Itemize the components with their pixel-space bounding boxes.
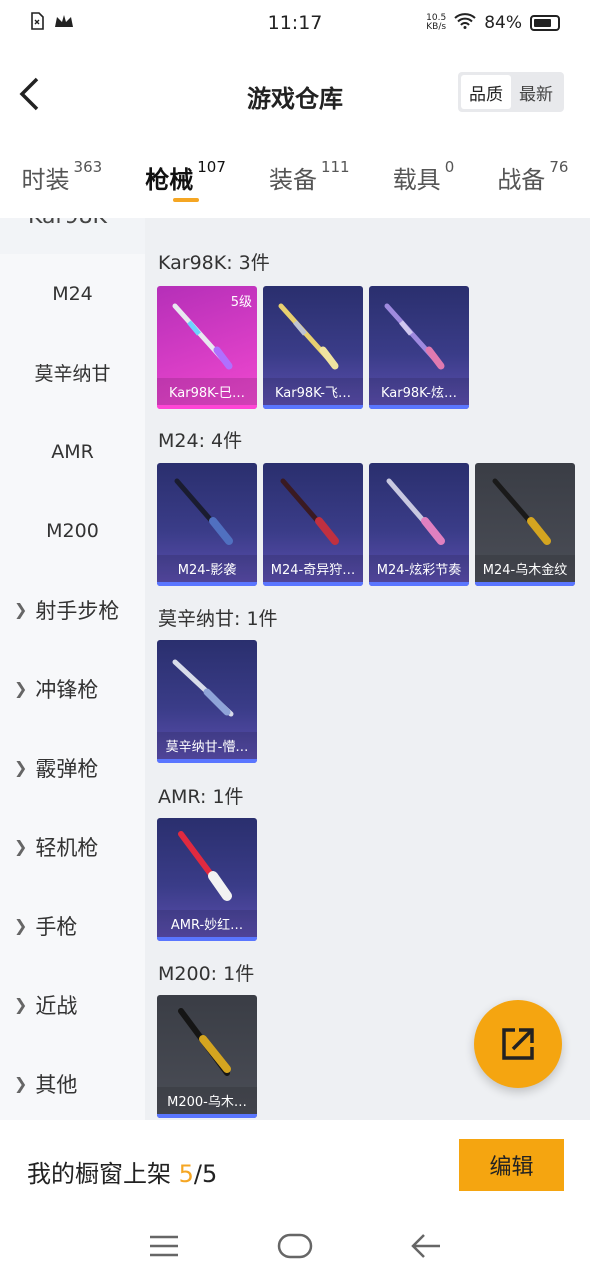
sidebar-group-shotgun[interactable]: ❯ 霰弹枪: [0, 728, 145, 807]
tab-weapons[interactable]: 枪械 107: [145, 148, 226, 202]
crown-icon: [54, 13, 74, 34]
system-nav-bar: [0, 1216, 590, 1280]
sort-toggle: 品质 最新: [458, 72, 564, 112]
sort-latest-button[interactable]: 最新: [511, 75, 561, 109]
sim-icon: [30, 11, 44, 35]
rifle-icon: [174, 478, 233, 545]
item-card[interactable]: 5级 Kar98K-巳…: [157, 286, 257, 409]
battery-icon: [530, 15, 560, 31]
item-card[interactable]: Kar98K-飞…: [263, 286, 363, 409]
showcase-count: 5: [178, 1160, 194, 1188]
home-icon[interactable]: [277, 1233, 313, 1263]
chevron-right-icon: ❯: [14, 679, 28, 698]
rifle-icon: [384, 303, 445, 370]
item-card[interactable]: M24-乌木金纹: [475, 463, 575, 586]
chevron-right-icon: ❯: [14, 837, 28, 856]
chevron-right-icon: ❯: [14, 600, 28, 619]
sidebar-item-amr[interactable]: AMR: [0, 412, 145, 491]
back-nav-icon[interactable]: [410, 1233, 442, 1263]
sidebar-group-lmg[interactable]: ❯ 轻机枪: [0, 807, 145, 886]
item-card[interactable]: Kar98K-炫…: [369, 286, 469, 409]
item-card[interactable]: AMR-妙红…: [157, 818, 257, 941]
section-title-mosin: 莫辛纳甘: 1件: [158, 608, 278, 630]
sidebar-item-kar98k[interactable]: Kar98K: [28, 218, 107, 229]
item-card[interactable]: M200-乌木…: [157, 995, 257, 1118]
item-label: Kar98K-炫…: [369, 378, 469, 405]
section-title-kar98k: Kar98K: 3件: [158, 252, 270, 274]
item-label: M24-炫彩节奏: [369, 555, 469, 582]
sidebar-item-m24[interactable]: M24: [0, 254, 145, 333]
chevron-right-icon: ❯: [14, 916, 28, 935]
item-label: Kar98K-巳…: [157, 378, 257, 405]
rifle-icon: [178, 1008, 231, 1076]
sidebar-group-smg[interactable]: ❯ 冲锋枪: [0, 649, 145, 728]
showcase-status: 我的橱窗上架 5/5: [27, 1160, 218, 1188]
tab-supplies[interactable]: 战备 76: [497, 148, 568, 195]
sort-quality-button[interactable]: 品质: [461, 75, 511, 109]
sidebar-item-m200[interactable]: M200: [0, 491, 145, 570]
sidebar-group-dmr[interactable]: ❯ 射手步枪: [0, 570, 145, 649]
rifle-icon: [278, 303, 339, 370]
item-label: M24-奇异狩…: [263, 555, 363, 582]
section-title-m200: M200: 1件: [158, 963, 255, 985]
item-label: AMR-妙红…: [157, 910, 257, 937]
edit-button[interactable]: 编辑: [459, 1139, 564, 1191]
header: 游戏仓库 品质 最新: [0, 46, 590, 142]
sidebar-group-pistol[interactable]: ❯ 手枪: [0, 886, 145, 965]
content-area: Kar98K M24 莫辛纳甘 AMR M200 ❯射手步枪 ❯冲锋枪 ❯霰弹枪…: [0, 218, 590, 1120]
battery-percent: 84%: [484, 13, 522, 33]
section-title-amr: AMR: 1件: [158, 786, 244, 808]
rifle-icon: [492, 478, 551, 545]
status-time: 11:17: [267, 12, 323, 34]
item-label: M24-影袭: [157, 555, 257, 582]
item-label: 莫辛纳甘-懵…: [157, 732, 257, 759]
sidebar-group-melee[interactable]: ❯ 近战: [0, 965, 145, 1044]
wifi-icon: [454, 12, 476, 34]
item-label: M200-乌木…: [157, 1087, 257, 1114]
chevron-right-icon: ❯: [14, 1074, 28, 1093]
tab-vehicles[interactable]: 载具 0: [393, 148, 455, 195]
chevron-right-icon: ❯: [14, 995, 28, 1014]
item-label: Kar98K-飞…: [263, 378, 363, 405]
tab-equipment[interactable]: 装备 111: [269, 148, 350, 195]
share-fab-button[interactable]: [474, 1000, 562, 1088]
status-bar: 11:17 10.5 KB/s 84%: [0, 0, 590, 46]
rifle-icon: [172, 659, 234, 717]
item-card[interactable]: 莫辛纳甘-懵…: [157, 640, 257, 763]
chevron-right-icon: ❯: [14, 758, 28, 777]
share-icon: [502, 1028, 534, 1060]
rifle-icon: [386, 478, 445, 545]
item-card[interactable]: M24-影袭: [157, 463, 257, 586]
rifle-icon: [280, 478, 339, 545]
showcase-bar: 我的橱窗上架 5/5 编辑: [0, 1120, 590, 1216]
tab-fashion[interactable]: 时装 363: [22, 148, 103, 195]
sidebar-group-other[interactable]: ❯ 其他: [0, 1044, 145, 1120]
item-card[interactable]: M24-炫彩节奏: [369, 463, 469, 586]
item-label: M24-乌木金纹: [475, 555, 575, 582]
net-speed: 10.5 KB/s: [426, 13, 447, 32]
item-card[interactable]: M24-奇异狩…: [263, 463, 363, 586]
rifle-icon: [178, 831, 232, 901]
sidebar-item-mosin[interactable]: 莫辛纳甘: [0, 333, 145, 412]
menu-icon[interactable]: [148, 1234, 180, 1262]
item-grid: Kar98K: 3件 5级 Kar98K-巳… Kar98K-飞… Kar98K…: [145, 218, 590, 1120]
sidebar: Kar98K M24 莫辛纳甘 AMR M200 ❯射手步枪 ❯冲锋枪 ❯霰弹枪…: [0, 218, 145, 1120]
section-title-m24: M24: 4件: [158, 430, 243, 452]
category-tabs: 时装 363 枪械 107 装备 111 载具 0 战备 76: [0, 148, 590, 214]
rifle-icon: [172, 303, 233, 370]
